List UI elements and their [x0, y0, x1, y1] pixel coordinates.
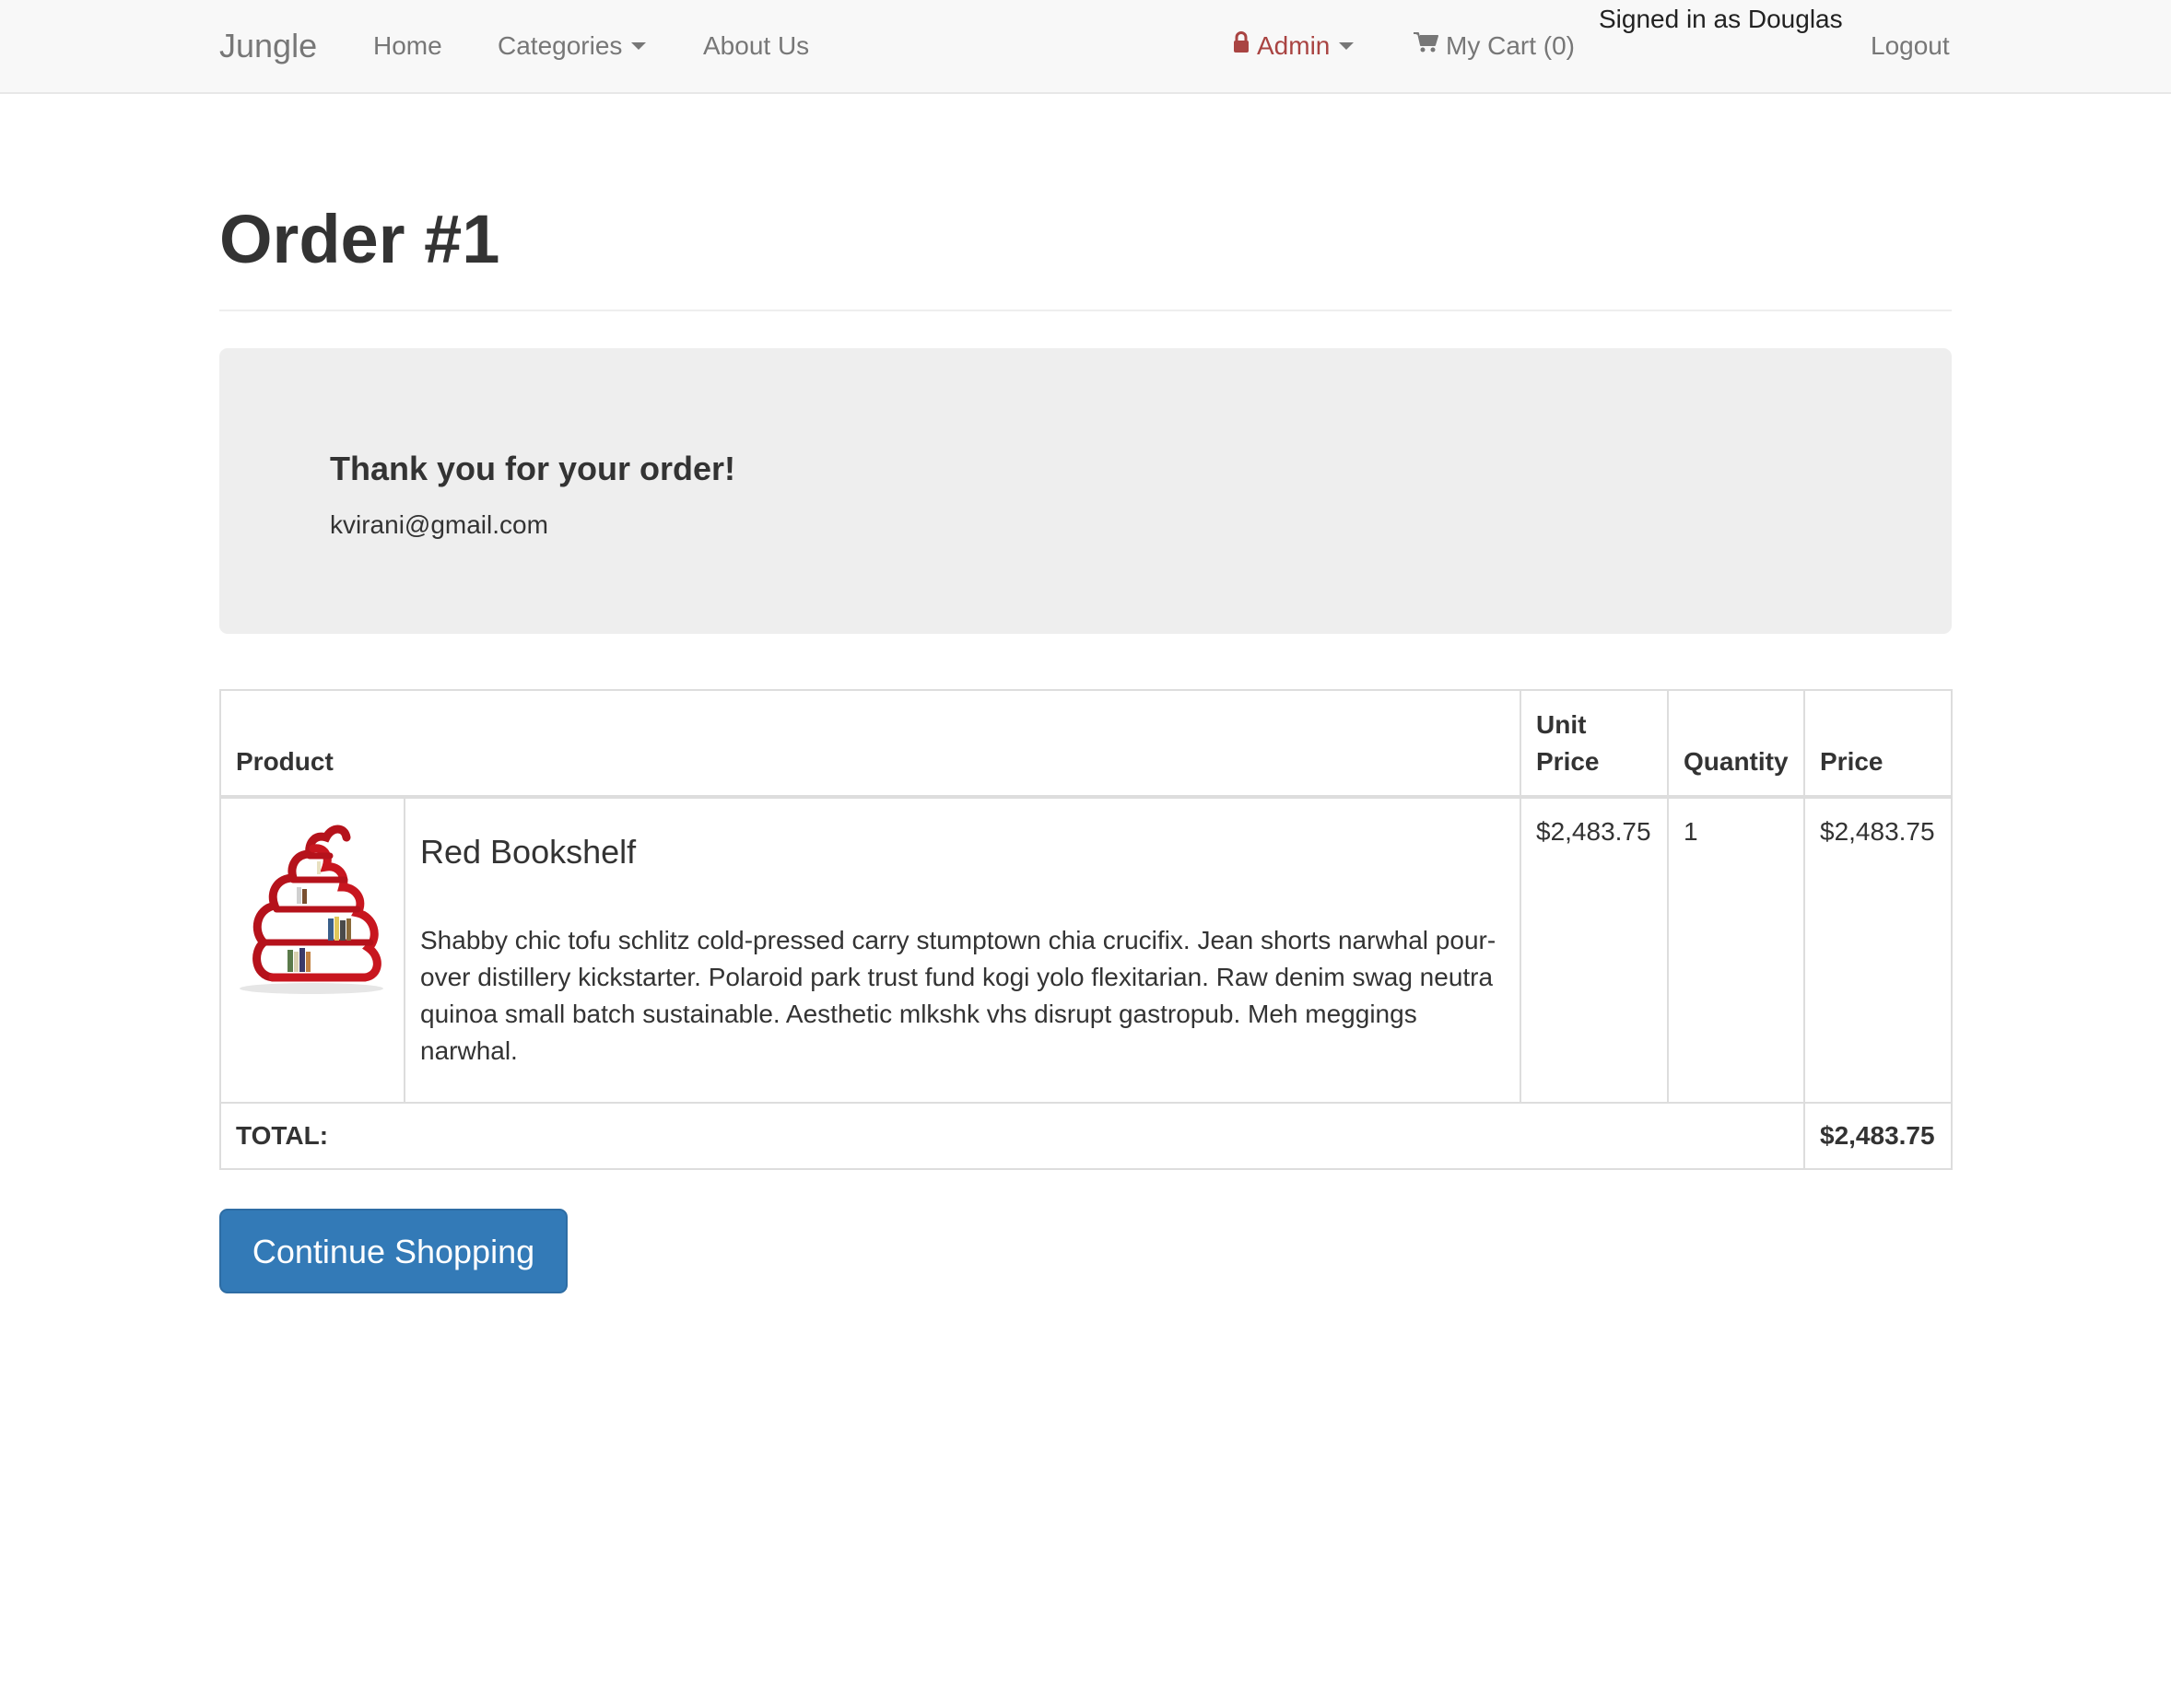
- lock-icon: [1233, 0, 1250, 91]
- product-name: Red Bookshelf: [420, 833, 637, 871]
- nav-about-link[interactable]: About Us: [703, 0, 809, 92]
- nav-admin-dropdown[interactable]: Admin: [1233, 0, 1355, 92]
- table-row: Red Bookshelf Shabby chic tofu schlitz c…: [219, 796, 1953, 1104]
- total-label: TOTAL:: [219, 1102, 1805, 1170]
- continue-shopping-button[interactable]: Continue Shopping: [219, 1209, 568, 1293]
- quantity-cell: 1: [1667, 796, 1805, 1104]
- order-confirmation-panel: Thank you for your order! kvirani@gmail.…: [219, 348, 1952, 634]
- header-unit-price: Unit Price: [1520, 689, 1669, 799]
- unit-price-cell: $2,483.75: [1520, 796, 1669, 1104]
- signed-in-text: Signed in as Douglas: [1599, 5, 1843, 33]
- brand-link[interactable]: Jungle: [219, 0, 317, 92]
- nav-cart-link[interactable]: My Cart (0): [1413, 0, 1575, 92]
- chevron-down-icon: [1339, 42, 1355, 51]
- nav-categories-label: Categories: [498, 31, 623, 60]
- shopping-cart-icon: [1413, 0, 1438, 91]
- header-price: Price: [1803, 689, 1953, 799]
- thank-you-message: Thank you for your order!: [330, 450, 736, 487]
- total-value: $2,483.75: [1803, 1102, 1953, 1170]
- nav-home-link[interactable]: Home: [373, 0, 442, 92]
- header-divider: [219, 310, 1952, 311]
- nav-admin-label: Admin: [1257, 31, 1331, 60]
- header-quantity: Quantity: [1667, 689, 1805, 799]
- page-title: Order #1: [219, 201, 500, 277]
- product-image-cell: [219, 796, 405, 1104]
- header-product: Product: [219, 689, 1521, 799]
- total-row: TOTAL: $2,483.75: [219, 1102, 1953, 1170]
- order-table: Product Unit Price Quantity Price Red Bo…: [219, 689, 1953, 1170]
- nav-cart-label: My Cart (0): [1446, 31, 1575, 60]
- order-email: kvirani@gmail.com: [330, 510, 548, 539]
- logout-link[interactable]: Logout: [1871, 0, 1950, 92]
- nav-categories-dropdown[interactable]: Categories: [498, 0, 647, 92]
- navbar: Jungle Home Categories About Us Admin My…: [0, 0, 2171, 94]
- price-cell: $2,483.75: [1803, 796, 1953, 1104]
- product-details-cell: Red Bookshelf Shabby chic tofu schlitz c…: [404, 796, 1521, 1104]
- chevron-down-icon: [631, 42, 647, 51]
- table-header-row: Product Unit Price Quantity Price: [219, 689, 1953, 799]
- product-image: [236, 813, 389, 1004]
- product-description: Shabby chic tofu schlitz cold-pressed ca…: [420, 926, 1496, 1065]
